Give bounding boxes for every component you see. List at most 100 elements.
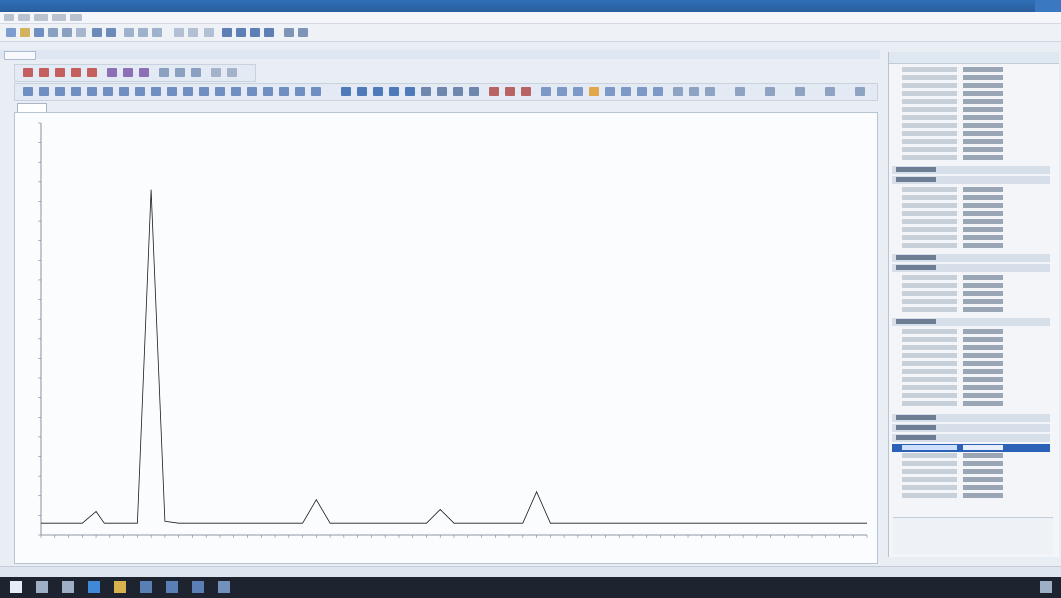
highlight-icon[interactable] bbox=[589, 87, 599, 96]
options-icon-1[interactable] bbox=[673, 87, 683, 96]
smooth-icon[interactable] bbox=[469, 87, 479, 96]
print-chart-icon[interactable] bbox=[573, 87, 583, 96]
peak-tool-icon-5[interactable] bbox=[87, 68, 97, 77]
section-header[interactable] bbox=[892, 166, 1050, 174]
view-icon-8[interactable] bbox=[135, 87, 145, 96]
property-row[interactable] bbox=[892, 484, 1050, 492]
section-header[interactable] bbox=[892, 264, 1050, 272]
section-header[interactable] bbox=[892, 414, 1050, 422]
tool-icon-c[interactable] bbox=[204, 28, 214, 37]
property-row[interactable] bbox=[892, 400, 1050, 408]
view-icon-3[interactable] bbox=[55, 87, 65, 96]
undo-icon[interactable] bbox=[92, 28, 102, 37]
options-icon-4[interactable] bbox=[735, 87, 745, 96]
property-row[interactable] bbox=[892, 98, 1050, 106]
options-icon-7[interactable] bbox=[825, 87, 835, 96]
peak-tool-icon-1[interactable] bbox=[23, 68, 33, 77]
property-row[interactable] bbox=[892, 306, 1050, 314]
fit-tool-icon-2[interactable] bbox=[123, 68, 133, 77]
property-row[interactable] bbox=[892, 122, 1050, 130]
search-icon[interactable] bbox=[36, 581, 48, 593]
property-row[interactable] bbox=[892, 242, 1050, 250]
property-row[interactable] bbox=[892, 154, 1050, 162]
property-row[interactable] bbox=[892, 106, 1050, 114]
marker-icon-2[interactable] bbox=[505, 87, 515, 96]
notification-icon[interactable] bbox=[1040, 581, 1052, 593]
lock-icon[interactable] bbox=[284, 28, 294, 37]
fit-tool-icon-6[interactable] bbox=[191, 68, 201, 77]
zoom-fit-icon[interactable] bbox=[389, 87, 399, 96]
tool-icon-a[interactable] bbox=[174, 28, 184, 37]
view-icon-4[interactable] bbox=[71, 87, 81, 96]
property-row[interactable] bbox=[892, 460, 1050, 468]
property-row[interactable] bbox=[892, 384, 1050, 392]
table-view-icon[interactable] bbox=[250, 28, 260, 37]
property-row[interactable] bbox=[892, 352, 1050, 360]
menu-item-2[interactable] bbox=[18, 14, 30, 21]
fit-tool-icon-3[interactable] bbox=[139, 68, 149, 77]
view-icon-19[interactable] bbox=[311, 87, 321, 96]
menu-item-5[interactable] bbox=[70, 14, 82, 21]
peak-tool-icon-4[interactable] bbox=[71, 68, 81, 77]
print-icon[interactable] bbox=[76, 28, 86, 37]
property-row[interactable] bbox=[892, 202, 1050, 210]
property-row[interactable] bbox=[892, 218, 1050, 226]
property-row[interactable] bbox=[892, 298, 1050, 306]
view-icon-7[interactable] bbox=[119, 87, 129, 96]
menu-item-3[interactable] bbox=[34, 14, 48, 21]
view-icon-6[interactable] bbox=[103, 87, 113, 96]
property-row[interactable] bbox=[892, 114, 1050, 122]
start-icon[interactable] bbox=[10, 581, 22, 593]
new-file-icon[interactable] bbox=[6, 28, 16, 37]
marker-icon-1[interactable] bbox=[489, 87, 499, 96]
view-icon-2[interactable] bbox=[39, 87, 49, 96]
view-icon-15[interactable] bbox=[247, 87, 257, 96]
app-icon-1[interactable] bbox=[140, 581, 152, 593]
options-icon-2[interactable] bbox=[689, 87, 699, 96]
options-icon-3[interactable] bbox=[705, 87, 715, 96]
property-row[interactable] bbox=[892, 130, 1050, 138]
property-row[interactable] bbox=[892, 274, 1050, 282]
section-header[interactable] bbox=[892, 254, 1050, 262]
document-tab[interactable] bbox=[4, 51, 36, 60]
export-image-icon[interactable] bbox=[541, 87, 551, 96]
legend-icon[interactable] bbox=[605, 87, 615, 96]
save-icon[interactable] bbox=[34, 28, 44, 37]
section-header[interactable] bbox=[892, 176, 1050, 184]
menu-item-1[interactable] bbox=[4, 14, 14, 21]
property-row[interactable] bbox=[892, 146, 1050, 154]
property-row[interactable] bbox=[892, 476, 1050, 484]
edge-icon[interactable] bbox=[88, 581, 100, 593]
property-row[interactable] bbox=[892, 210, 1050, 218]
settings-icon[interactable] bbox=[298, 28, 308, 37]
copy-icon[interactable] bbox=[138, 28, 148, 37]
measure-icon[interactable] bbox=[421, 87, 431, 96]
report-view-icon[interactable] bbox=[264, 28, 274, 37]
fit-tool-icon-7[interactable] bbox=[211, 68, 221, 77]
property-row[interactable] bbox=[892, 226, 1050, 234]
property-row[interactable] bbox=[892, 234, 1050, 242]
view-icon-18[interactable] bbox=[295, 87, 305, 96]
view-icon-9[interactable] bbox=[151, 87, 161, 96]
marker-icon-3[interactable] bbox=[521, 87, 531, 96]
property-row[interactable] bbox=[892, 328, 1050, 336]
diffractogram-chart[interactable] bbox=[15, 113, 877, 563]
property-row[interactable] bbox=[892, 90, 1050, 98]
view-icon-11[interactable] bbox=[183, 87, 193, 96]
property-row[interactable] bbox=[892, 368, 1050, 376]
property-row[interactable] bbox=[892, 282, 1050, 290]
options-icon-8[interactable] bbox=[855, 87, 865, 96]
menu-item-4[interactable] bbox=[52, 14, 66, 21]
view-icon-5[interactable] bbox=[87, 87, 97, 96]
options-icon-5[interactable] bbox=[765, 87, 775, 96]
property-row[interactable] bbox=[892, 360, 1050, 368]
paste-icon[interactable] bbox=[152, 28, 162, 37]
section-header[interactable] bbox=[892, 434, 1050, 442]
background-icon[interactable] bbox=[453, 87, 463, 96]
property-row[interactable] bbox=[892, 290, 1050, 298]
scale-icon[interactable] bbox=[637, 87, 647, 96]
pan-icon[interactable] bbox=[373, 87, 383, 96]
close-button[interactable] bbox=[1035, 0, 1061, 12]
property-row[interactable] bbox=[892, 74, 1050, 82]
property-row[interactable] bbox=[892, 392, 1050, 400]
